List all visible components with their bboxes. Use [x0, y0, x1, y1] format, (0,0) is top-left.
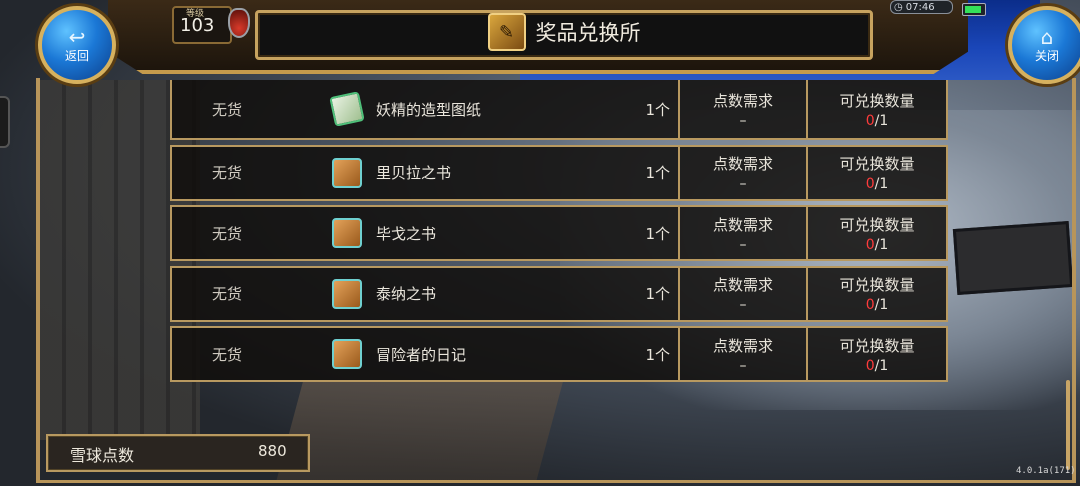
chest-backdrop [952, 221, 1074, 295]
points-value: – [739, 357, 747, 374]
blueprint-icon [329, 91, 365, 127]
item-name: 泰纳之书 [376, 285, 437, 304]
stock-status: 无货 [212, 285, 243, 304]
exchange-count: 0/1 [866, 176, 889, 192]
points-header: 点数需求 [712, 215, 773, 234]
clock: ◷ 07:46 [890, 0, 953, 14]
page-title-text: 奖品兑换所 [535, 21, 641, 45]
close-button-label: 关闭 [1034, 48, 1059, 63]
points-value: – [739, 176, 747, 193]
exchange-count: 0/1 [866, 237, 889, 253]
list-item[interactable]: 无货 里贝拉之书 1个 点数需求 – 可兑换数量 0/1 [170, 144, 948, 201]
item-quantity: 1个 [645, 285, 670, 304]
clock-time: 07:46 [905, 1, 935, 13]
clock-icon: ◷ [894, 1, 903, 13]
points-header: 点数需求 [712, 155, 773, 174]
home-icon: ⌂ [1040, 24, 1054, 49]
points-value: – [739, 236, 747, 253]
exchange-limit: /1 [874, 236, 889, 253]
frame-bottom [36, 480, 1076, 483]
exchange-header: 可兑换数量 [839, 276, 915, 295]
item-name: 里贝拉之书 [376, 164, 452, 183]
exchange-used: 0 [865, 176, 875, 193]
item-name: 妖精的造型图纸 [376, 100, 482, 119]
back-button[interactable]: ↩ 返回 [38, 6, 116, 84]
exchange-count: 0/1 [866, 113, 889, 129]
exchange-cell: 可兑换数量 0/1 [808, 207, 946, 259]
potion-icon[interactable] [228, 8, 250, 38]
frame-left [36, 78, 40, 483]
points-cell: 点数需求 – [678, 207, 808, 260]
exchange-used: 0 [865, 297, 875, 314]
book-icon [332, 278, 362, 309]
exchange-header: 可兑换数量 [839, 155, 915, 174]
exchange-header: 可兑换数量 [839, 91, 915, 110]
list-item[interactable]: 无货 毕戈之书 1个 点数需求 – 可兑换数量 0/1 [170, 205, 948, 262]
points-cell: 点数需求 – [678, 146, 808, 199]
stock-status: 无货 [212, 345, 243, 364]
exchange-count: 0/1 [866, 358, 889, 374]
frame-right [1072, 78, 1076, 483]
points-value: – [739, 112, 747, 129]
back-button-label: 返回 [64, 48, 89, 63]
exchange-limit: /1 [874, 176, 889, 193]
snowball-points-label: 雪球点数 [70, 446, 135, 465]
battery-level [965, 6, 981, 13]
page-title: ✎ 奖品兑换所 [258, 10, 870, 54]
item-name: 冒险者的日记 [376, 345, 467, 364]
book-icon [332, 218, 362, 249]
stock-status: 无货 [212, 164, 243, 183]
device-notch [0, 96, 10, 148]
points-header: 点数需求 [712, 91, 773, 110]
exchange-shop-icon: ✎ [487, 13, 526, 51]
points-header: 点数需求 [712, 336, 773, 355]
exchange-cell: 可兑换数量 0/1 [808, 147, 946, 199]
book-icon [332, 339, 362, 370]
exchange-header: 可兑换数量 [839, 215, 915, 234]
exchange-limit: /1 [874, 297, 889, 314]
item-quantity: 1个 [645, 224, 670, 243]
list-scrollbar[interactable] [1066, 380, 1070, 470]
stock-status: 无货 [212, 224, 243, 243]
exchange-count: 0/1 [866, 297, 889, 313]
book-icon [332, 157, 362, 188]
exchange-used: 0 [865, 357, 875, 374]
stock-status: 无货 [212, 100, 243, 119]
exchange-cell: 可兑换数量 0/1 [808, 328, 946, 380]
item-quantity: 1个 [645, 345, 670, 364]
item-quantity: 1个 [645, 164, 670, 183]
snowball-points-value: 880 [258, 442, 287, 460]
return-arrow-icon: ↩ [68, 24, 86, 49]
exchange-used: 0 [865, 236, 875, 253]
exchange-cell: 可兑换数量 0/1 [808, 268, 946, 320]
points-cell: 点数需求 – [678, 267, 808, 320]
exchange-limit: /1 [874, 112, 889, 129]
level-value: 103 [180, 15, 215, 36]
exchange-cell: 可兑换数量 0/1 [808, 80, 946, 138]
item-quantity: 1个 [645, 100, 670, 119]
close-button[interactable]: ⌂ 关闭 [1008, 6, 1080, 84]
item-name: 毕戈之书 [376, 224, 437, 243]
exchange-used: 0 [865, 112, 875, 129]
points-value: – [739, 297, 747, 314]
version-label: 4.0.1a(171) [1016, 466, 1076, 476]
exchange-limit: /1 [874, 357, 889, 374]
points-cell: 点数需求 – [678, 328, 808, 381]
list-item[interactable]: 无货 冒险者的日记 1个 点数需求 – 可兑换数量 0/1 [170, 326, 948, 383]
points-cell: 点数需求 – [678, 80, 808, 138]
points-header: 点数需求 [712, 276, 773, 295]
list-item[interactable]: 无货 妖精的造型图纸 1个 点数需求 – 可兑换数量 0/1 [170, 80, 948, 140]
battery-icon [962, 3, 986, 16]
list-item[interactable]: 无货 泰纳之书 1个 点数需求 – 可兑换数量 0/1 [170, 265, 948, 322]
prize-list: 无货 妖精的造型图纸 1个 点数需求 – 可兑换数量 0/1 无货 里贝拉之书 … [170, 80, 948, 387]
exchange-header: 可兑换数量 [839, 336, 915, 355]
wooden-plank-backdrop [276, 380, 564, 480]
